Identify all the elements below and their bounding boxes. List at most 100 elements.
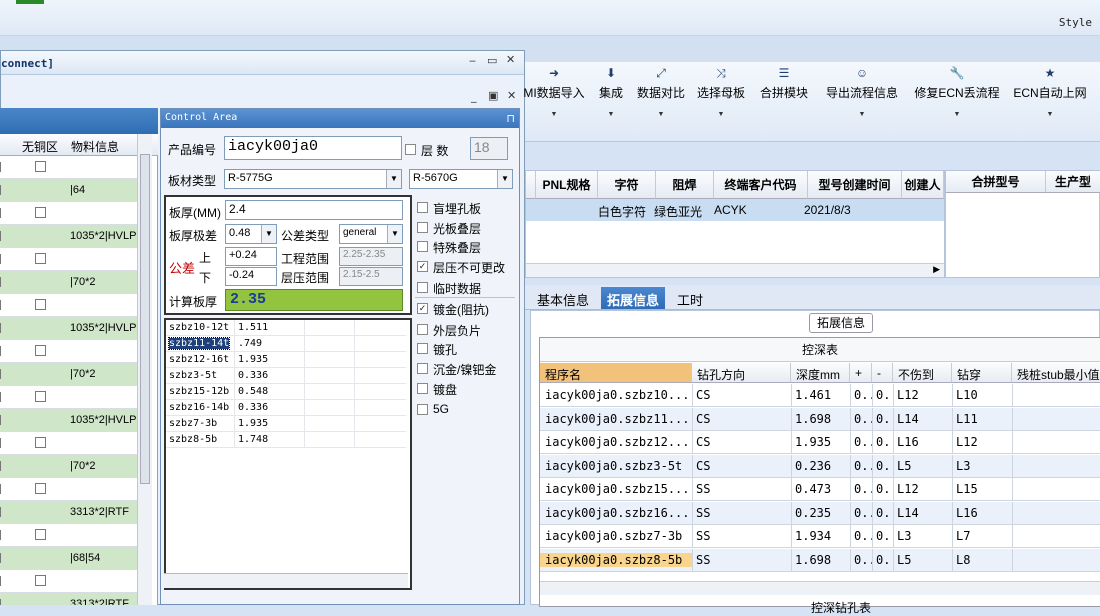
- col-header[interactable]: 程序名: [540, 363, 692, 383]
- left-grid-scrollbar[interactable]: [137, 134, 152, 605]
- col-header[interactable]: 钻穿: [952, 363, 1012, 383]
- sub-thickness-row[interactable]: szbz3-5t 0.336: [166, 368, 406, 384]
- col-header-material[interactable]: 物料信息: [71, 138, 119, 155]
- col-header[interactable]: 字符: [598, 171, 656, 199]
- depth-grid-hscrollbar[interactable]: [540, 581, 1100, 595]
- layers-input[interactable]: 18: [470, 137, 508, 160]
- lam-range-input[interactable]: 2.15-2.5: [339, 267, 403, 286]
- sub-grid-hscrollbar[interactable]: [164, 573, 408, 588]
- table-row[interactable]: 1035*2|HVLP: [0, 225, 137, 248]
- table-row[interactable]: iacyk00ja0.szbz10... CS 1.461 0.. 0.. L12 L10: [540, 384, 1100, 407]
- no-copper-checkbox[interactable]: [35, 253, 46, 264]
- minimize-icon[interactable]: _: [471, 90, 477, 103]
- table-row[interactable]: 3313*2|RTF: [0, 593, 137, 605]
- model-grid-hscrollbar[interactable]: ▶: [526, 263, 944, 277]
- chevron-down-icon[interactable]: ▼: [629, 111, 693, 118]
- table-row[interactable]: |68|54: [0, 547, 137, 570]
- table-row[interactable]: [0, 202, 137, 225]
- sub-thickness-row[interactable]: szbz10-12t 1.511: [166, 320, 406, 336]
- tolerance-select[interactable]: 0.48 ▼: [225, 224, 277, 244]
- table-row[interactable]: iacyk00ja0.szbz15... SS 0.473 0.. 0.. L12 L15: [540, 478, 1100, 501]
- table-row[interactable]: [0, 432, 137, 455]
- toolbar-button[interactable]: ⤨ 选择母板 ▼: [693, 66, 749, 118]
- no-copper-checkbox[interactable]: [35, 391, 46, 402]
- sub-thickness-row[interactable]: szbz7-3b 1.935: [166, 416, 406, 432]
- table-row[interactable]: |70*2: [0, 455, 137, 478]
- col-header[interactable]: 钻孔方向: [692, 363, 791, 383]
- tab-1[interactable]: 拓展信息: [601, 287, 666, 309]
- style-menu[interactable]: Style: [1059, 16, 1092, 29]
- col-header[interactable]: 创建人: [902, 171, 944, 199]
- close-icon[interactable]: ✕: [507, 89, 516, 102]
- option-checkbox[interactable]: ✓: [417, 303, 428, 314]
- table-row[interactable]: [0, 386, 137, 409]
- tab-0[interactable]: 基本信息: [531, 287, 595, 309]
- toolbar-button[interactable]: ☺ 导出流程信息 ▼: [819, 66, 905, 118]
- col-header[interactable]: 不伤到: [893, 363, 952, 383]
- sub-thickness-row[interactable]: szbz11-14t .749: [166, 336, 406, 352]
- restore-icon[interactable]: ▣: [488, 89, 498, 102]
- table-row[interactable]: 白色字符 绿色亚光 ACYK 2021/8/3: [526, 199, 944, 221]
- option-checkbox[interactable]: [417, 343, 428, 354]
- close-icon[interactable]: ✕: [506, 53, 515, 66]
- no-copper-checkbox[interactable]: [35, 207, 46, 218]
- col-header-production[interactable]: 生产型: [1046, 171, 1100, 193]
- upper-tol-input[interactable]: +0.24: [225, 247, 277, 266]
- layers-checkbox[interactable]: [405, 144, 416, 155]
- minimize-icon[interactable]: ‒: [469, 54, 476, 67]
- table-row[interactable]: iacyk00ja0.szbz3-5t CS 0.236 0.. 0.. L5 L3: [540, 454, 1100, 478]
- chevron-down-icon[interactable]: ▼: [386, 170, 401, 188]
- chevron-down-icon[interactable]: ▼: [593, 111, 629, 118]
- chevron-down-icon[interactable]: ▼: [907, 111, 1007, 118]
- col-header-prev[interactable]: [526, 171, 536, 199]
- table-row[interactable]: [0, 156, 137, 179]
- tol-type-select[interactable]: general ▼: [339, 224, 403, 244]
- table-row[interactable]: [0, 248, 137, 271]
- col-header[interactable]: PNL规格: [536, 171, 598, 199]
- table-row[interactable]: 3313*2|RTF: [0, 501, 137, 524]
- col-header[interactable]: 型号创建时间: [808, 171, 902, 199]
- toolbar-button[interactable]: ➜ MI数据导入 ▼: [519, 66, 589, 118]
- sub-thickness-row[interactable]: szbz8-5b 1.748: [166, 432, 406, 448]
- sub-thickness-row[interactable]: szbz12-16t 1.935: [166, 352, 406, 368]
- toolbar-button[interactable]: ⬇ 集成 ▼: [593, 66, 629, 118]
- no-copper-checkbox[interactable]: [35, 437, 46, 448]
- board-type-select-2[interactable]: R-5670G ▼: [409, 169, 513, 189]
- table-row[interactable]: |70*2: [0, 271, 137, 294]
- pin-icon[interactable]: ⊓: [506, 112, 515, 125]
- table-row[interactable]: 1035*2|HVLP: [0, 317, 137, 340]
- table-row[interactable]: |64: [0, 179, 137, 202]
- col-header-merge-model[interactable]: 合拼型号: [946, 171, 1046, 193]
- no-copper-checkbox[interactable]: [35, 161, 46, 172]
- scroll-right-icon[interactable]: ▶: [933, 264, 940, 275]
- table-row[interactable]: 1035*2|HVLP: [0, 409, 137, 432]
- chevron-down-icon[interactable]: ▼: [519, 111, 589, 118]
- option-checkbox[interactable]: [417, 282, 428, 293]
- sub-thickness-row[interactable]: szbz15-12b 0.548: [166, 384, 406, 400]
- no-copper-checkbox[interactable]: [35, 529, 46, 540]
- chevron-down-icon[interactable]: ▼: [387, 225, 402, 243]
- eng-range-input[interactable]: 2.25-2.35: [339, 247, 403, 266]
- col-header[interactable]: 残桩stub最小值: [1012, 363, 1100, 383]
- col-header[interactable]: -: [872, 363, 893, 383]
- table-row[interactable]: [0, 570, 137, 593]
- no-copper-checkbox[interactable]: [35, 345, 46, 356]
- option-checkbox[interactable]: [417, 383, 428, 394]
- lower-tol-input[interactable]: -0.24: [225, 267, 277, 286]
- col-header[interactable]: 阻焊: [656, 171, 714, 199]
- table-row[interactable]: [0, 340, 137, 363]
- table-row[interactable]: iacyk00ja0.szbz11... CS 1.698 0.. 0.. L14 L11: [540, 407, 1100, 431]
- toolbar-button[interactable]: ★ ECN自动上网 ▼: [1007, 66, 1093, 118]
- col-header[interactable]: +: [850, 363, 872, 383]
- toolbar-button[interactable]: 🔧 修复ECN丢流程 ▼: [907, 66, 1007, 118]
- table-row[interactable]: [0, 478, 137, 501]
- table-row[interactable]: |70*2: [0, 363, 137, 386]
- no-copper-checkbox[interactable]: [35, 299, 46, 310]
- option-checkbox[interactable]: [417, 241, 428, 252]
- option-checkbox[interactable]: [417, 404, 428, 415]
- toolbar-button[interactable]: ⤢ 数据对比 ▼: [629, 66, 693, 118]
- option-checkbox[interactable]: [417, 363, 428, 374]
- no-copper-checkbox[interactable]: [35, 575, 46, 586]
- chevron-down-icon[interactable]: ▼: [693, 111, 749, 118]
- option-checkbox[interactable]: [417, 324, 428, 335]
